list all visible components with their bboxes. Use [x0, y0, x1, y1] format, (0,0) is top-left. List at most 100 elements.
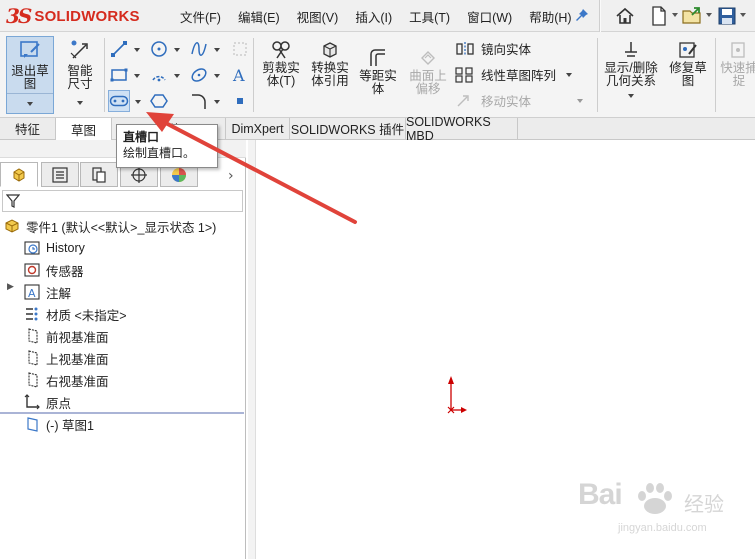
solidworks-logo[interactable]: 3S SOLIDWORKS [6, 3, 156, 29]
graphics-area[interactable] [247, 140, 755, 559]
tree-filter[interactable] [2, 190, 243, 212]
rectangle-tool[interactable] [108, 64, 130, 86]
offset-entities-label: 等距实体 [359, 69, 397, 96]
tab-solidworks-mbd[interactable]: SOLIDWORKS MBD [406, 115, 518, 143]
panel-scroll-right-icon[interactable]: › [228, 168, 234, 184]
straight-slot-tool[interactable] [108, 90, 130, 112]
offset-on-surface-label: 曲面上偏移 [409, 69, 447, 96]
rectangle-tool-dropdown[interactable] [134, 74, 140, 78]
text-icon: A [232, 66, 245, 84]
repair-sketch-button[interactable]: 修复草图 [665, 40, 711, 88]
expand-arrow-icon[interactable]: ▶ [7, 282, 14, 292]
ellipse-icon [191, 68, 207, 82]
material-icon [26, 307, 38, 321]
sketch-picture-tool[interactable] [229, 38, 251, 60]
linear-pattern-button[interactable]: 线性草图阵列 [455, 65, 573, 84]
tree-root-part[interactable]: 零件1 (默认<<默认>_显示状态 1>) [4, 216, 216, 236]
tree-item-right-plane[interactable]: 右视基准面 [24, 370, 109, 390]
tree-item-material[interactable]: 材质 <未指定> [24, 304, 127, 324]
line-tool[interactable] [108, 38, 130, 60]
arc-icon [152, 75, 166, 82]
convert-entities-label: 转换实体引用 [311, 61, 349, 88]
property-manager-tab[interactable] [41, 162, 79, 187]
menu-insert[interactable]: 插入(I) [355, 7, 392, 26]
text-tool[interactable]: A [229, 64, 251, 86]
home-icon[interactable] [612, 4, 638, 28]
spline-tool[interactable] [188, 38, 210, 60]
smart-dimension-icon [70, 40, 88, 59]
menu-help[interactable]: 帮助(H) [529, 7, 571, 26]
feature-manager-tab[interactable] [0, 162, 38, 187]
annotation-icon: A [24, 284, 40, 300]
quick-snaps-button[interactable]: 快速捕捉 [719, 40, 755, 88]
open-folder-icon[interactable] [680, 4, 712, 28]
save-icon[interactable] [714, 4, 746, 28]
circle-tool[interactable] [148, 38, 170, 60]
point-tool[interactable] [229, 90, 251, 112]
spline-tool-dropdown[interactable] [214, 48, 220, 52]
origin-icon [24, 394, 40, 410]
plane-icon [28, 328, 38, 344]
smart-dimension-button[interactable]: 智能尺寸 [58, 38, 102, 105]
menu-tools[interactable]: 工具(T) [409, 7, 450, 26]
sensor-icon [24, 263, 40, 277]
menu-edit[interactable]: 编辑(E) [238, 7, 280, 26]
menu-file[interactable]: 文件(F) [180, 7, 221, 26]
ellipse-tool-dropdown[interactable] [214, 74, 220, 78]
tab-dimxpert[interactable]: DimXpert [226, 118, 290, 139]
new-file-icon[interactable] [646, 4, 678, 28]
quick-snaps-icon [731, 42, 745, 58]
circle-icon [151, 41, 167, 57]
tab-solidworks-addins[interactable]: SOLIDWORKS 插件 [290, 118, 406, 139]
offset-on-surface-button[interactable]: 曲面上偏移 [405, 48, 451, 96]
display-relations-label: 显示/删除几何关系 [604, 61, 658, 88]
graphics-left-scrollbar[interactable] [248, 140, 256, 559]
linear-pattern-icon [455, 66, 473, 83]
polygon-tool[interactable] [148, 90, 170, 112]
property-list-icon [52, 166, 68, 183]
tree-root-label: 零件1 (默认<<默认>_显示状态 1>) [26, 220, 217, 235]
fillet-tool-dropdown[interactable] [214, 100, 220, 104]
exit-sketch-icon [20, 41, 40, 58]
move-entities-icon [457, 94, 469, 106]
offset-entities-button[interactable]: 等距实体 [355, 48, 401, 96]
toolbar-separator [599, 0, 601, 32]
tree-item-label: 上视基准面 [46, 352, 109, 367]
plane-icon [28, 372, 38, 388]
tree-item-label: History [46, 241, 85, 255]
exit-sketch-dropdown[interactable] [7, 93, 53, 113]
tree-item-origin[interactable]: 原点 [24, 392, 71, 412]
tree-item-front-plane[interactable]: 前视基准面 [24, 326, 109, 346]
configuration-manager-tab[interactable] [80, 162, 118, 187]
line-tool-dropdown[interactable] [134, 48, 140, 52]
menu-view[interactable]: 视图(V) [297, 7, 339, 26]
trim-entities-label: 剪裁实体(T) [262, 61, 300, 88]
menu-window[interactable]: 窗口(W) [467, 7, 512, 26]
slot-tool-dropdown[interactable] [135, 100, 141, 104]
mirror-entities-button[interactable]: 镜向实体 [455, 39, 531, 58]
circle-tool-dropdown[interactable] [174, 48, 180, 52]
arc-tool-dropdown[interactable] [174, 74, 180, 78]
mirror-icon [456, 41, 474, 56]
pin-icon[interactable] [575, 8, 589, 22]
ds-logo-mark: 3S [6, 4, 32, 28]
tree-item-sketch1[interactable]: (-) 草图1 [24, 414, 94, 434]
convert-entities-icon [323, 42, 337, 58]
straight-slot-icon [109, 95, 129, 107]
arc-tool[interactable] [148, 64, 170, 86]
trim-entities-button[interactable]: 剪裁实体(T) [257, 40, 305, 88]
move-entities-label: 移动实体 [481, 95, 532, 109]
tree-item-top-plane[interactable]: 上视基准面 [24, 348, 109, 368]
tab-sketch[interactable]: 草图 [56, 118, 112, 140]
convert-entities-button[interactable]: 转换实体引用 [306, 40, 354, 88]
tab-features[interactable]: 特征 [0, 118, 56, 139]
tree-item-history[interactable]: History [24, 238, 85, 258]
tree-item-annotations[interactable]: A 注解 [24, 282, 71, 302]
relations-icon [625, 42, 637, 57]
tree-item-sensors[interactable]: 传感器 [24, 260, 84, 280]
sketch-fillet-tool[interactable] [188, 90, 210, 112]
move-entities-button[interactable]: 移动实体 [455, 91, 584, 110]
ellipse-tool[interactable] [188, 64, 210, 86]
display-relations-button[interactable]: 显示/删除几何关系 [601, 40, 661, 98]
exit-sketch-button[interactable]: 退出草图 [6, 36, 54, 114]
